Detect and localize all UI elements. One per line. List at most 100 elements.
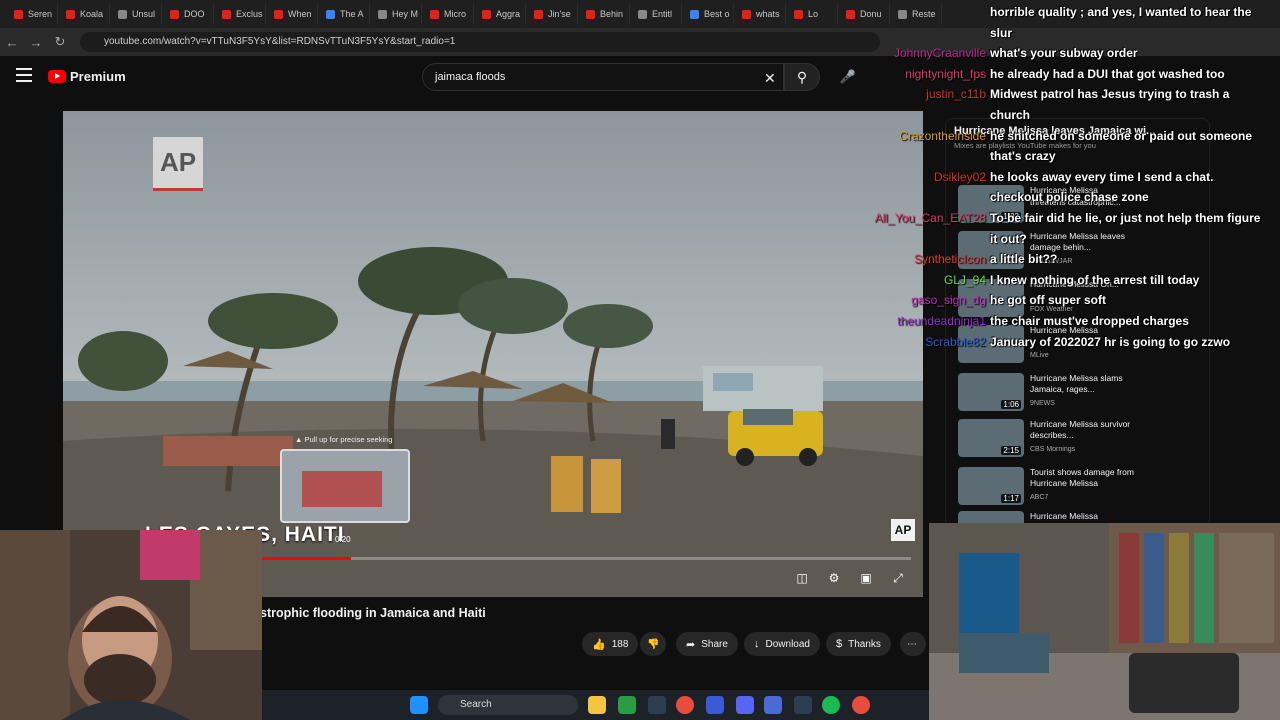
browser-tab[interactable]: Entitl (630, 3, 682, 25)
captions-icon[interactable]: ◫ (791, 569, 813, 587)
steam-icon[interactable] (648, 696, 666, 714)
chat-username: gaso_sign_dg (911, 293, 986, 308)
tab-label: Entitl (652, 9, 673, 19)
taskbar-search[interactable]: Search (438, 695, 578, 715)
chat-username: Dsikley02 (933, 169, 986, 184)
tab-label: Koala (80, 9, 104, 19)
duration-badge: 1:17 (1001, 494, 1021, 503)
chrome-icon[interactable] (676, 696, 694, 714)
url-field[interactable]: youtube.com/watch?v=vTTuN3F5YsY&list=RDN… (80, 32, 880, 52)
browser-tab[interactable]: whats (734, 3, 786, 25)
app-icon[interactable] (706, 696, 724, 714)
chat-username: JohnnyCraanville (893, 46, 986, 61)
spotify-icon[interactable] (822, 696, 840, 714)
discord-icon[interactable] (736, 696, 754, 714)
browser-tab[interactable]: Seren (6, 3, 58, 25)
fullscreen-icon[interactable]: ⤢ (887, 569, 909, 587)
reload-icon[interactable]: ↻ (48, 34, 72, 50)
chat-message-text: slur (990, 25, 1013, 40)
playlist-item[interactable]: 2:15 Hurricane Melissa survivor describes… (958, 419, 1198, 459)
tab-label: Lo (808, 9, 819, 19)
like-count: 188 (611, 638, 629, 650)
microphone-icon[interactable]: 🎤 (836, 63, 860, 91)
tab-favicon-icon (222, 9, 231, 19)
video-title: strophic flooding in Jamaica and Haiti (260, 606, 486, 620)
more-icon: ⋯ (907, 638, 917, 650)
tab-label: Best o (704, 9, 730, 19)
search-input[interactable]: jaimaca floods (422, 63, 784, 91)
chat-username: Crazontheinside (899, 128, 986, 143)
tab-label: Aggra (496, 9, 521, 19)
browser-tab[interactable]: Exclus (214, 3, 266, 25)
like-button[interactable]: 👍 188 (582, 632, 639, 656)
ap-logo: AP (153, 137, 203, 191)
tab-label: The A (340, 9, 364, 19)
browser-tab[interactable]: When (266, 3, 318, 25)
chat-message-text: church (990, 108, 1031, 122)
nvidia-icon[interactable] (618, 696, 636, 714)
tab-favicon-icon (586, 9, 595, 19)
chat-message-text: I knew nothing of the arrest till today (990, 272, 1200, 287)
app-icon-2[interactable] (764, 696, 782, 714)
chat-message-text: horrible quality ; and yes, I wanted to … (990, 5, 1252, 19)
chat-username: justin_c11b (926, 87, 986, 102)
forward-icon[interactable]: → (24, 35, 48, 50)
search-button[interactable]: ⚲ (784, 63, 820, 91)
video-player[interactable]: AP ▲ Pull up for precise seeking LES CAY… (63, 111, 923, 597)
browser-tab[interactable]: Lo (786, 3, 838, 25)
chat-username: Scrabble82 (925, 334, 986, 349)
browser-tab[interactable]: Koala (58, 3, 110, 25)
tab-favicon-icon (118, 9, 127, 19)
tab-label: Exclus (236, 9, 263, 19)
tab-favicon-icon (742, 9, 751, 19)
more-actions-button[interactable]: ⋯ (900, 632, 926, 656)
file-explorer-icon[interactable] (588, 696, 606, 714)
browser-tab[interactable]: Aggra (474, 3, 526, 25)
browser-tab[interactable]: Jin'se (526, 3, 578, 25)
share-button[interactable]: ➦ Share (676, 632, 738, 656)
room-camera (929, 523, 1280, 720)
tab-label: Seren (28, 9, 53, 19)
steam-icon-2[interactable] (794, 696, 812, 714)
youtube-logo[interactable]: Premium (48, 69, 126, 84)
webcam-frame (0, 530, 262, 720)
streamer-webcam (0, 530, 262, 720)
playlist-item[interactable]: 1:06 Hurricane Melissa slams Jamaica, rag… (958, 373, 1198, 413)
dislike-button[interactable]: 👎 (640, 632, 666, 656)
windows-start-icon[interactable] (410, 696, 428, 714)
settings-gear-icon[interactable]: ⚙ (823, 569, 845, 587)
miniplayer-icon[interactable]: ▣ (855, 569, 877, 587)
search-icon: ⚲ (796, 69, 808, 85)
download-label: Download (765, 638, 810, 650)
clear-search-icon[interactable]: ✕ (764, 70, 776, 87)
tab-favicon-icon (638, 9, 647, 19)
chat-message-text: he snitched on someone or paid out someo… (990, 128, 1253, 143)
playlist-item-title: Tourist shows damage from Hurricane Meli… (1030, 467, 1134, 488)
tab-favicon-icon (66, 9, 75, 19)
chat-message-text: checkout police chase zone (990, 190, 1149, 205)
browser-tab[interactable]: Behin (578, 3, 630, 25)
browser-tab[interactable]: DOO (162, 3, 214, 25)
thanks-button[interactable]: $ Thanks (826, 632, 891, 656)
stream-chat-overlay: horrible quality ; and yes, I wanted to … (860, 0, 1280, 360)
chat-message-text: Midwest patrol has Jesus trying to trash… (990, 87, 1230, 102)
chrome-icon-2[interactable] (852, 696, 870, 714)
playlist-item[interactable]: 1:17 Tourist shows damage from Hurricane … (958, 467, 1198, 507)
back-icon[interactable]: ← (0, 35, 24, 50)
download-button[interactable]: ↓ Download (744, 632, 820, 656)
browser-tab[interactable]: Best o (682, 3, 734, 25)
share-icon: ➦ (686, 638, 696, 651)
browser-tab[interactable]: Unsul (110, 3, 162, 25)
menu-icon[interactable] (16, 68, 32, 82)
browser-tab[interactable]: The A (318, 3, 370, 25)
tab-favicon-icon (326, 9, 335, 19)
browser-tab[interactable]: Hey M (370, 3, 422, 25)
room-frame (929, 523, 1280, 720)
tab-label: When (288, 9, 312, 19)
thanks-label: Thanks (848, 638, 881, 650)
tab-label: DOO (184, 9, 205, 19)
chat-message-text: it out? (990, 231, 1027, 246)
browser-tab[interactable]: Micro (422, 3, 474, 25)
seek-time: 0:20 (335, 535, 351, 544)
chat-username: nightynight_fps (905, 66, 986, 81)
